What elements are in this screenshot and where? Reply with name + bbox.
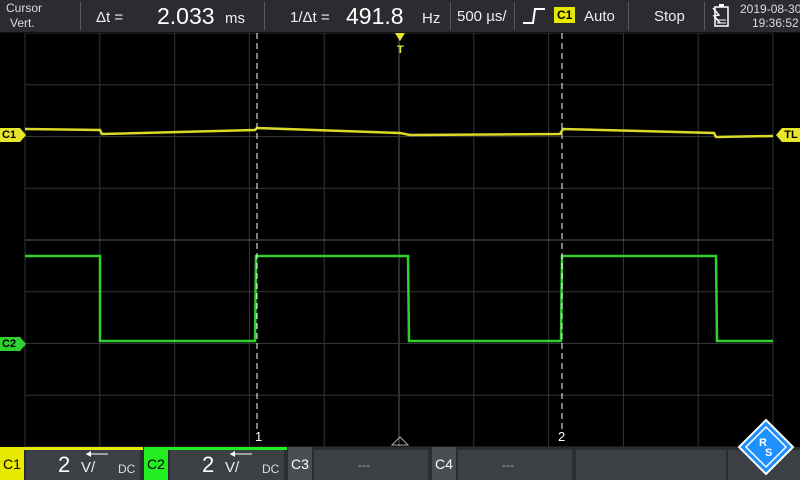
system-info: 2019-08-30 19:36:52	[706, 0, 800, 32]
delta-t-unit: ms	[225, 10, 245, 27]
run-stop-button[interactable]: Stop	[630, 0, 704, 32]
rising-edge-icon	[523, 8, 545, 24]
channel-4-settings: ---	[458, 450, 572, 480]
channel-1-offset-marker[interactable]: C1	[0, 128, 20, 142]
channel-1-settings: 2 V/ DC	[26, 450, 140, 480]
trigger-bottom-marker	[390, 436, 410, 446]
empty-slot	[576, 450, 726, 480]
channel-1-label: C1	[0, 447, 24, 480]
c2-marker-arrow	[20, 337, 26, 351]
channel-2-tab[interactable]: C2 2 V/ DC	[144, 447, 287, 480]
cursor-mode-label: Cursor	[6, 1, 43, 15]
channel-1-scale: 2	[58, 452, 71, 477]
inv-delta-t-value: 491.8	[346, 3, 404, 29]
grid	[24, 33, 774, 447]
trigger-position-marker[interactable]	[395, 33, 405, 41]
run-state: Stop	[654, 8, 685, 25]
channel-2-coupling: DC	[262, 462, 280, 476]
channel-2-unit: V/	[225, 459, 240, 476]
cursor-mode-button[interactable]: Cursor Vert.	[0, 0, 80, 32]
channel-2-offset-marker[interactable]: C2	[0, 337, 20, 351]
channel-3-label: C3	[288, 447, 312, 480]
c1-marker-arrow	[20, 128, 26, 142]
delta-t-value: 2.033	[157, 3, 215, 29]
channel-1-coupling: DC	[118, 462, 136, 476]
trigger-mode: Auto	[584, 8, 615, 25]
brand-logo-icon[interactable]: R S	[737, 418, 795, 476]
timebase-value: 500 µs/	[457, 8, 507, 25]
channel-1-offset-label: C1	[2, 129, 17, 141]
channel-1-tab[interactable]: C1 2 V/ DC	[0, 447, 143, 480]
channel-1-unit: V/	[81, 459, 96, 476]
date-text: 2019-08-30	[740, 2, 800, 16]
channel-3-tab[interactable]: C3 ---	[288, 447, 431, 480]
trigger-channel-badge: C1	[554, 7, 576, 23]
cursor-1-label: 1	[255, 429, 263, 444]
channel-bar: C1 2 V/ DC C2 2 V/ DC C3 --- C4 ---	[0, 447, 800, 480]
channel-2-settings: 2 V/ DC	[170, 450, 284, 480]
channel-3-settings: ---	[314, 450, 428, 480]
channel-2-label: C2	[144, 447, 168, 480]
trigger-pos-label: T	[397, 44, 404, 56]
trigger-level-label: TL	[784, 129, 798, 141]
waveform-display[interactable]: T 1 2 C1 C2 TL	[0, 33, 800, 447]
channel-2-offset-label: C2	[2, 338, 17, 350]
channel-4-scale: ---	[502, 458, 514, 472]
coupling-icon	[86, 451, 108, 457]
channel-4-label: C4	[432, 447, 456, 480]
channel-2-scale: 2	[202, 452, 215, 477]
time-text: 19:36:52	[752, 16, 799, 30]
channel-3-scale: ---	[358, 458, 370, 472]
delta-t-readout[interactable]: Δt = 2.033 ms	[82, 0, 262, 32]
inv-delta-t-label: 1/Δt =	[290, 9, 330, 26]
trigger-button[interactable]: C1 Auto	[516, 0, 626, 32]
cursor-mode-sub: Vert.	[10, 16, 35, 30]
inv-delta-t-readout[interactable]: 1/Δt = 491.8 Hz	[266, 0, 448, 32]
coupling-icon	[230, 451, 252, 457]
status-bar: Cursor Vert. Δt = 2.033 ms 1/Δt = 491.8 …	[0, 0, 800, 33]
timebase-button[interactable]: 500 µs/	[452, 0, 512, 32]
cursor-2-label: 2	[558, 429, 566, 444]
svg-text:S: S	[765, 447, 772, 459]
delta-t-label: Δt =	[96, 9, 124, 26]
battery-charging-icon	[712, 4, 729, 27]
inv-delta-t-unit: Hz	[422, 10, 441, 27]
channel-4-tab[interactable]: C4 ---	[432, 447, 575, 480]
trigger-level-marker[interactable]: TL	[782, 128, 800, 142]
